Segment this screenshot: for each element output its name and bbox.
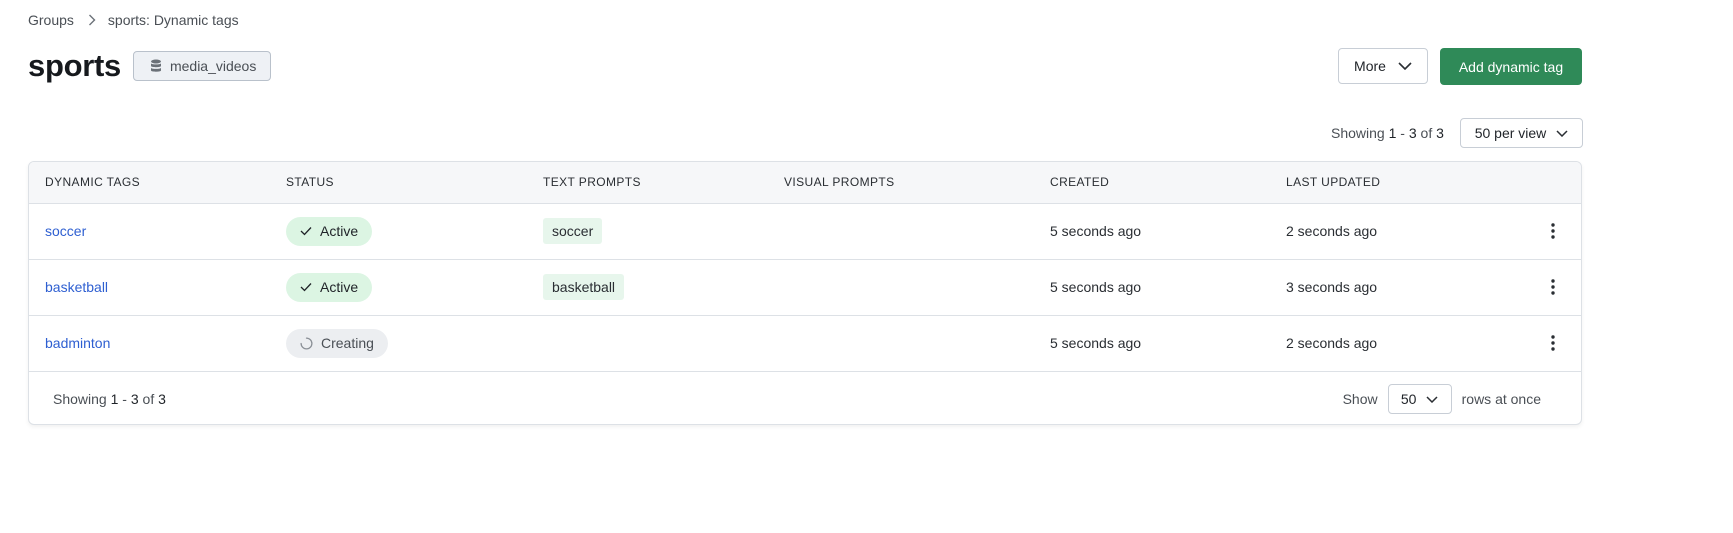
pager-dash: - bbox=[1400, 125, 1405, 141]
add-dynamic-tag-button[interactable]: Add dynamic tag bbox=[1440, 48, 1582, 85]
footer-range-start: 1 bbox=[110, 391, 119, 407]
dynamic-tag-link[interactable]: soccer bbox=[45, 223, 86, 239]
page-header: sports media_videos bbox=[28, 48, 272, 84]
footer-prefix: Showing bbox=[53, 391, 107, 407]
index-badge-label: media_videos bbox=[169, 58, 257, 74]
last-updated-cell: 3 seconds ago bbox=[1286, 279, 1378, 295]
text-prompt-chip: soccer bbox=[543, 218, 603, 244]
last-updated-cell: 2 seconds ago bbox=[1286, 335, 1378, 351]
dynamic-tag-link[interactable]: badminton bbox=[45, 335, 110, 351]
kebab-icon[interactable] bbox=[1541, 331, 1565, 355]
text-prompt-chip: basketball bbox=[543, 274, 625, 300]
rows-per-page-control: Show 50 rows at once bbox=[1343, 384, 1541, 414]
column-header-text-prompts[interactable]: TEXT PROMPTS bbox=[543, 162, 641, 203]
pager-prefix: Showing bbox=[1331, 125, 1385, 141]
spinner-icon bbox=[300, 336, 313, 350]
database-icon bbox=[150, 59, 161, 72]
rows-suffix-label: rows at once bbox=[1461, 391, 1541, 407]
more-button-label: More bbox=[1354, 58, 1386, 74]
chevron-right-icon bbox=[88, 14, 96, 26]
table-row: basketball Active basketball 5 seconds a… bbox=[29, 259, 1581, 316]
rows-per-page-value: 50 bbox=[1400, 391, 1417, 407]
column-header-last-updated[interactable]: LAST UPDATED bbox=[1286, 162, 1380, 203]
breadcrumb-current: sports: Dynamic tags bbox=[107, 12, 239, 28]
column-header-dynamic-tags[interactable]: DYNAMIC TAGS bbox=[45, 162, 140, 203]
created-cell: 5 seconds ago bbox=[1050, 335, 1142, 351]
check-icon bbox=[300, 283, 312, 292]
table-header: DYNAMIC TAGS STATUS TEXT PROMPTS VISUAL … bbox=[29, 162, 1581, 204]
table-row: badminton Creating 5 seconds ago 2 secon… bbox=[29, 315, 1581, 372]
more-button[interactable]: More bbox=[1338, 48, 1428, 84]
check-icon bbox=[300, 227, 312, 236]
page-title: sports bbox=[28, 48, 121, 83]
status-label: Active bbox=[320, 223, 359, 239]
dynamic-tags-table: DYNAMIC TAGS STATUS TEXT PROMPTS VISUAL … bbox=[28, 161, 1582, 425]
pager-total: 3 bbox=[1436, 125, 1444, 141]
pager-range-start: 1 bbox=[1388, 125, 1397, 141]
chevron-down-icon bbox=[1398, 62, 1412, 70]
status-badge: Active bbox=[286, 216, 373, 246]
index-badge[interactable]: media_videos bbox=[132, 51, 272, 81]
chevron-down-icon bbox=[1556, 129, 1568, 137]
footer-dash: - bbox=[122, 391, 127, 407]
pager-of: of bbox=[1420, 125, 1433, 141]
dynamic-tag-link[interactable]: basketball bbox=[45, 279, 108, 295]
kebab-icon[interactable] bbox=[1541, 219, 1565, 243]
breadcrumb: Groups sports: Dynamic tags bbox=[28, 12, 239, 28]
column-header-created[interactable]: CREATED bbox=[1050, 162, 1109, 203]
kebab-icon[interactable] bbox=[1541, 275, 1565, 299]
pagination-summary-bottom: Showing 1 - 3 of 3 bbox=[53, 371, 166, 424]
pager-range-end: 3 bbox=[1408, 125, 1417, 141]
show-label: Show bbox=[1342, 391, 1378, 407]
created-cell: 5 seconds ago bbox=[1050, 279, 1142, 295]
per-view-value: 50 per view bbox=[1474, 125, 1547, 141]
column-header-status[interactable]: STATUS bbox=[286, 162, 334, 203]
footer-of: of bbox=[142, 391, 155, 407]
rows-per-page-select[interactable]: 50 bbox=[1387, 384, 1452, 414]
status-badge: Creating bbox=[286, 328, 388, 358]
column-header-visual-prompts[interactable]: VISUAL PROMPTS bbox=[784, 162, 895, 203]
table-row: soccer Active soccer 5 seconds ago 2 sec… bbox=[29, 203, 1581, 260]
breadcrumb-groups-link[interactable]: Groups bbox=[28, 12, 74, 28]
created-cell: 5 seconds ago bbox=[1050, 223, 1142, 239]
last-updated-cell: 2 seconds ago bbox=[1286, 223, 1378, 239]
footer-total: 3 bbox=[158, 391, 166, 407]
status-label: Active bbox=[320, 279, 359, 295]
status-label: Creating bbox=[321, 335, 374, 351]
per-view-select[interactable]: 50 per view bbox=[1460, 118, 1583, 148]
table-footer: Showing 1 - 3 of 3 Show 50 rows at once bbox=[29, 371, 1581, 424]
chevron-down-icon bbox=[1426, 395, 1438, 403]
status-badge: Active bbox=[286, 272, 373, 302]
pagination-summary-top: Showing 1 - 3 of 3 bbox=[1331, 118, 1444, 148]
footer-range-end: 3 bbox=[130, 391, 139, 407]
